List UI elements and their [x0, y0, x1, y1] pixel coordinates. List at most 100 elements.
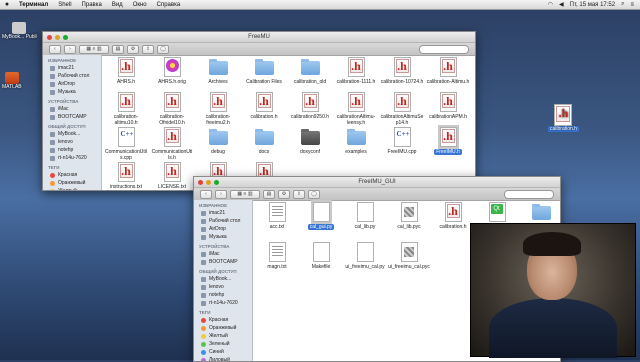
menu-item-help[interactable]: Справка: [152, 2, 186, 8]
view-mode-button[interactable]: ▦ ≡ ▥: [230, 190, 260, 199]
menu-item-app[interactable]: Терминал: [14, 2, 53, 8]
sidebar-item[interactable]: Рабочий стол: [194, 217, 252, 225]
file-item[interactable]: .hcalibration-1111.h: [333, 57, 379, 85]
sidebar-item[interactable]: Музыка: [43, 88, 101, 96]
file-item[interactable]: .hcalibrationAltimu-leensy.h: [333, 92, 379, 126]
volume-icon[interactable]: ◀: [559, 1, 564, 8]
file-item[interactable]: .hcalibration-Ofnidel10.h: [149, 92, 195, 126]
share-button[interactable]: ⇪: [293, 190, 305, 199]
sidebar-item[interactable]: Музыка: [194, 233, 252, 241]
sidebar-item[interactable]: lenovo: [194, 283, 252, 291]
zoom-icon[interactable]: [63, 35, 68, 40]
search-input[interactable]: [419, 45, 469, 54]
file-item[interactable]: [518, 202, 560, 224]
menu-item-view[interactable]: Вид: [107, 2, 128, 8]
file-item[interactable]: Makefile: [298, 242, 344, 270]
file-item[interactable]: cal_lib.pyc: [386, 202, 432, 230]
file-item[interactable]: magn.txt: [254, 242, 300, 270]
file-item[interactable]: .hcalibration-Altimu.h: [425, 57, 471, 85]
file-item[interactable]: Qt: [474, 202, 520, 224]
sidebar-item[interactable]: lenovo: [43, 138, 101, 146]
file-item[interactable]: .hcalibrationAltimuSe p14.h: [379, 92, 425, 126]
sidebar-item[interactable]: Желтый: [43, 187, 101, 191]
file-item[interactable]: ui_freeimu_cal.py: [342, 242, 388, 270]
forward-button[interactable]: ›: [215, 190, 227, 199]
sidebar-item[interactable]: notehp: [194, 291, 252, 299]
sidebar-item[interactable]: Синий: [194, 348, 252, 356]
tags-button[interactable]: ◯: [157, 45, 169, 54]
file-item[interactable]: .hcalibration9250.h: [287, 92, 333, 120]
sidebar-item[interactable]: Рабочий стол: [43, 72, 101, 80]
file-item[interactable]: .hcalibration-altimu10.h: [103, 92, 149, 126]
file-item[interactable]: ui_freeimu_cal.pyc: [386, 242, 432, 270]
file-item[interactable]: .hcalibrationAPM.h: [425, 92, 471, 120]
menu-item-edit[interactable]: Правка: [77, 2, 107, 8]
file-item[interactable]: .hAHRS.h: [103, 57, 149, 85]
action-gear-button[interactable]: ⚙: [127, 45, 139, 54]
sidebar-item[interactable]: Лиловый: [194, 356, 252, 362]
close-icon[interactable]: [47, 35, 52, 40]
title-bar[interactable]: FreeMU: [43, 32, 475, 43]
sidebar-item[interactable]: AirDrop: [43, 80, 101, 88]
tags-button[interactable]: ◯: [308, 190, 320, 199]
file-item[interactable]: Calibration Files: [241, 57, 287, 85]
sidebar-item[interactable]: Оранжевый: [43, 179, 101, 187]
clock[interactable]: Пт, 15 мая 17:52: [570, 2, 615, 8]
menu-item-shell[interactable]: Shell: [53, 2, 76, 8]
sidebar-item[interactable]: notehp: [43, 146, 101, 154]
sidebar-item[interactable]: rt-n14u-7620: [194, 299, 252, 307]
file-item[interactable]: .hLICENSE.txt: [149, 162, 195, 190]
minimize-icon[interactable]: [206, 180, 211, 185]
file-item[interactable]: Archives: [195, 57, 241, 85]
sidebar-item[interactable]: BOOTCAMP: [43, 113, 101, 121]
sidebar-item[interactable]: MyBook...: [43, 130, 101, 138]
sidebar-item[interactable]: rt-n14u-7620: [43, 154, 101, 162]
sidebar-item[interactable]: MyBook...: [194, 275, 252, 283]
file-item[interactable]: cal_gui.py: [298, 202, 344, 230]
forward-button[interactable]: ›: [64, 45, 76, 54]
desktop-icon-calibration[interactable]: .h calibration.h: [548, 104, 579, 132]
spotlight-icon[interactable]: ⌕: [621, 1, 624, 8]
file-item[interactable]: AHRS.h.orig: [149, 57, 195, 85]
desktop-icon-matlab[interactable]: MATLAB: [2, 72, 22, 90]
title-bar[interactable]: FreeIMU_GUI: [194, 177, 560, 188]
view-mode-button[interactable]: ▦ ≡ ▥: [79, 45, 109, 54]
file-item[interactable]: calibration_old: [287, 57, 333, 85]
sidebar-item[interactable]: Красная: [194, 316, 252, 324]
file-item[interactable]: C++FreeIMU.cpp: [379, 127, 425, 155]
file-item[interactable]: .hinstructions.txt: [103, 162, 149, 190]
sidebar-item[interactable]: imac21: [43, 64, 101, 72]
minimize-icon[interactable]: [55, 35, 60, 40]
file-item[interactable]: .hFreeIMU.h: [425, 127, 471, 155]
action-gear-button[interactable]: ⚙: [278, 190, 290, 199]
back-button[interactable]: ‹: [200, 190, 212, 199]
menu-item-window[interactable]: Окно: [128, 2, 152, 8]
share-button[interactable]: ⇪: [142, 45, 154, 54]
sidebar-item[interactable]: imac21: [194, 209, 252, 217]
sidebar-item[interactable]: Оранжевый: [194, 324, 252, 332]
sidebar-item[interactable]: BOOTCAMP: [194, 258, 252, 266]
desktop-icon-mybook[interactable]: MyBook... Publi: [2, 22, 37, 40]
file-item[interactable]: examples: [333, 127, 379, 155]
sidebar-item[interactable]: Желтый: [194, 332, 252, 340]
search-input[interactable]: [504, 190, 554, 199]
sidebar-item[interactable]: iMac: [43, 105, 101, 113]
arrange-button[interactable]: ▤: [263, 190, 275, 199]
file-item[interactable]: .hcalibration-freeimu2.h: [195, 92, 241, 126]
sidebar-item[interactable]: AirDrop: [194, 225, 252, 233]
apple-menu-icon[interactable]: ●: [0, 1, 14, 8]
zoom-icon[interactable]: [214, 180, 219, 185]
sidebar-item[interactable]: iMac: [194, 250, 252, 258]
file-item[interactable]: acc.txt: [254, 202, 300, 230]
file-item[interactable]: .hCommunicationUti ls.h: [149, 127, 195, 161]
file-item[interactable]: doxyconf: [287, 127, 333, 155]
file-item[interactable]: C++CommunicationUtil s.cpp: [103, 127, 149, 161]
file-item[interactable]: .hcalibration-10724.h: [379, 57, 425, 85]
file-item[interactable]: cal_lib.py: [342, 202, 388, 230]
arrange-button[interactable]: ▤: [112, 45, 124, 54]
sidebar-item[interactable]: Зеленый: [194, 340, 252, 348]
wifi-icon[interactable]: ◠: [548, 1, 553, 8]
file-item[interactable]: docs: [241, 127, 287, 155]
file-item[interactable]: .hcalibration.h: [241, 92, 287, 120]
file-item[interactable]: debug: [195, 127, 241, 155]
